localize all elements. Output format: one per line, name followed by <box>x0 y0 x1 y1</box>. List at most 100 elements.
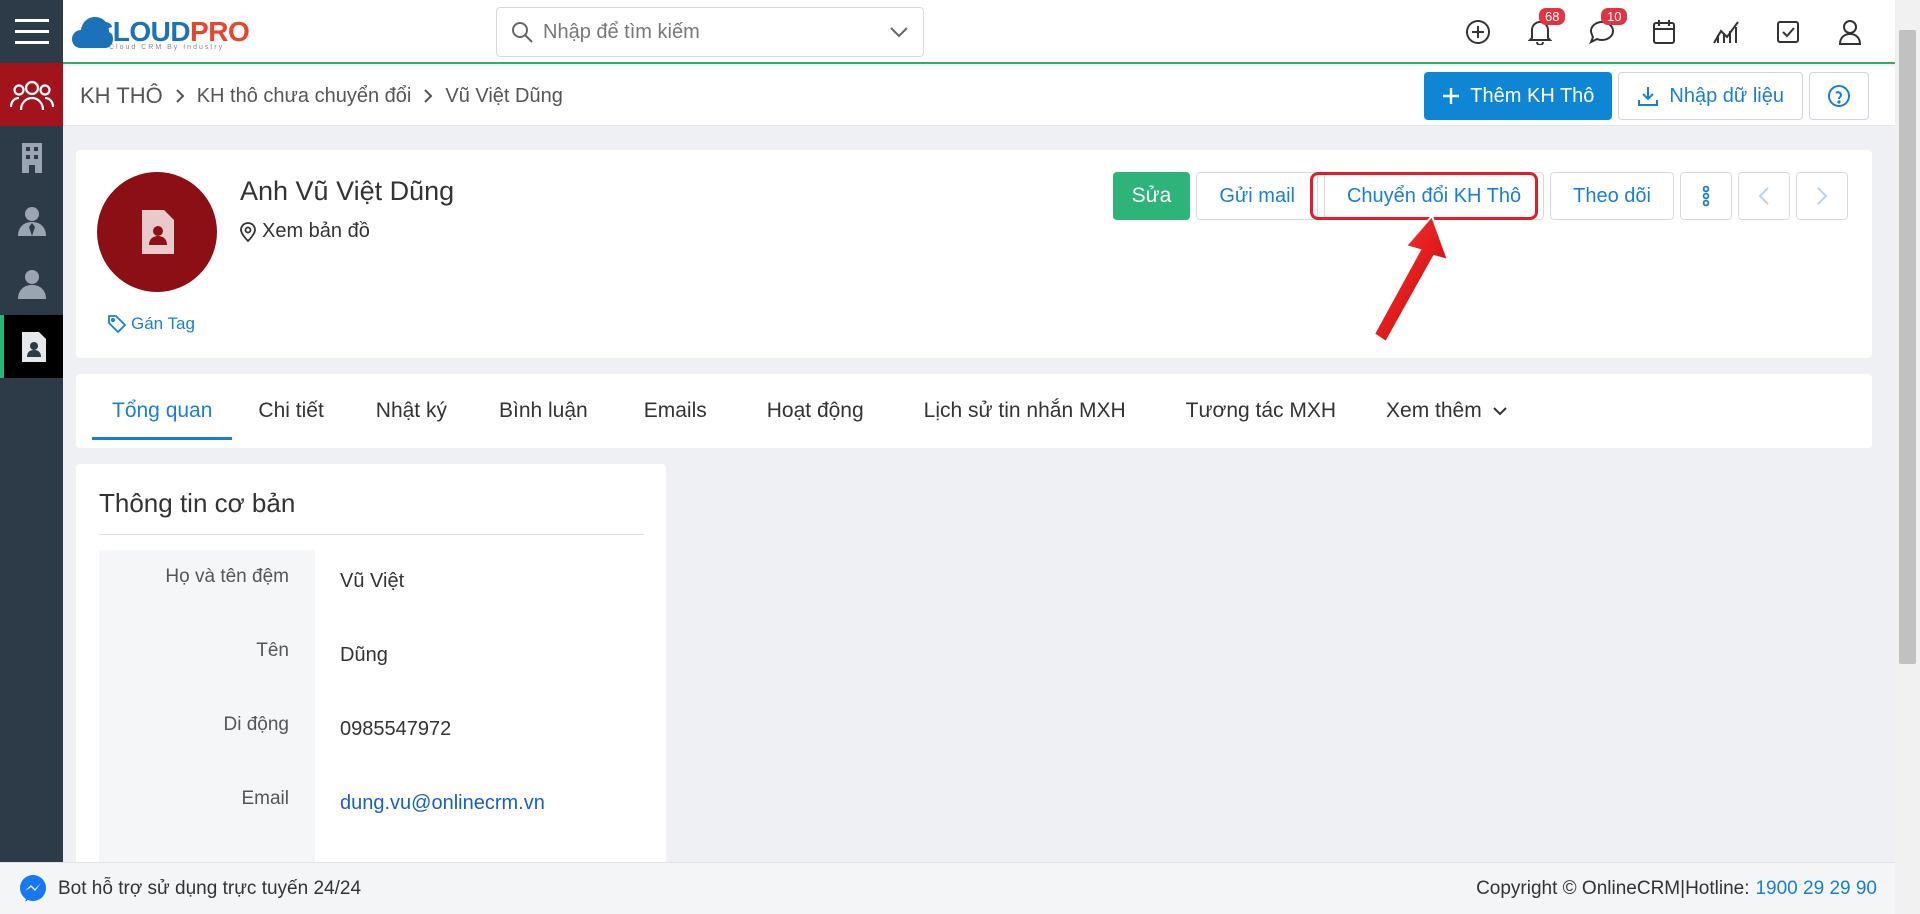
info-row: Email dung.vu@onlinecrm.vn <box>99 772 644 846</box>
field-label-email: Email <box>99 772 315 846</box>
search-box[interactable] <box>496 7 924 57</box>
profile-actions: Sửa Gửi mail Chuyển đổi KH Thô Theo dõi <box>1112 172 1848 220</box>
help-button[interactable] <box>1809 72 1869 120</box>
convert-raw-lead-button[interactable]: Chuyển đổi KH Thô <box>1323 172 1545 220</box>
chevron-right-icon <box>423 88 433 104</box>
top-icon-bar: 68 10 <box>1447 0 1881 64</box>
rail-item-leads[interactable] <box>0 63 63 126</box>
tab-more[interactable]: Xem thêm <box>1366 374 1528 448</box>
tab-details[interactable]: Chi tiết <box>232 374 349 448</box>
rail-item-raw-leads[interactable] <box>0 315 63 378</box>
scroll-thumb[interactable] <box>1899 30 1916 664</box>
building-icon <box>21 142 42 173</box>
import-data-label: Nhập dữ liệu <box>1669 84 1784 107</box>
breadcrumb-level1[interactable]: KH thô chưa chuyển đổi <box>197 85 412 108</box>
calendar-button[interactable] <box>1633 0 1695 64</box>
email-link[interactable]: dung.vu@onlinecrm.vn <box>315 772 545 846</box>
tag-icon <box>108 315 126 333</box>
avatar <box>97 172 217 292</box>
calendar-icon <box>1653 20 1675 44</box>
info-row: Họ và tên đệm Vũ Việt <box>99 550 644 624</box>
plus-icon <box>1443 88 1460 104</box>
contact-card-icon <box>21 331 46 362</box>
assign-tag-label: Gán Tag <box>131 314 195 333</box>
hamburger-menu-button[interactable] <box>0 0 63 63</box>
search-input[interactable] <box>543 20 889 44</box>
vertical-dots-icon <box>1702 185 1710 207</box>
tab-emails[interactable]: Emails <box>614 374 737 448</box>
tab-social-message-history[interactable]: Lịch sử tin nhắn MXH <box>894 374 1156 448</box>
support-bot-text: Bot hỗ trợ sử dụng trực tuyến 24/24 <box>58 877 362 899</box>
field-value-middle-name: Vũ Việt <box>340 570 405 592</box>
reports-button[interactable] <box>1695 0 1757 64</box>
record-tabs: Tổng quan Chi tiết Nhật ký Bình luận Ema… <box>76 374 1872 448</box>
send-mail-button[interactable]: Gửi mail <box>1196 172 1318 220</box>
info-row: Tên Dũng <box>99 624 644 698</box>
tab-log[interactable]: Nhật ký <box>350 374 473 448</box>
messages-button[interactable]: 10 <box>1571 0 1633 64</box>
person-icon <box>17 269 46 299</box>
profile-name: Anh Vũ Việt Dũng <box>240 176 455 206</box>
basic-info-card: Thông tin cơ bản Họ và tên đệm Vũ Việt T… <box>76 464 666 876</box>
rail-item-contacts[interactable] <box>0 189 63 252</box>
cloudpro-logo[interactable]: CLOUDPRO Cloud CRM By Industry <box>71 6 250 58</box>
support-bot-link[interactable]: Bot hỗ trợ sử dụng trực tuyến 24/24 <box>0 874 361 904</box>
view-map-label: Xem bản đồ <box>262 220 370 242</box>
more-options-button[interactable] <box>1680 172 1732 220</box>
rail-item-companies[interactable] <box>0 126 63 189</box>
contact-card-icon <box>142 210 174 254</box>
chevron-left-icon <box>1758 187 1769 205</box>
basic-info-title: Thông tin cơ bản <box>99 488 296 518</box>
logo-accent-text: PRO <box>190 16 250 47</box>
checkbox-icon <box>1777 21 1799 43</box>
import-data-button[interactable]: Nhập dữ liệu <box>1618 72 1803 120</box>
breadcrumb: KH THÔ KH thô chưa chuyển đổi Vũ Việt Dũ… <box>80 66 563 126</box>
chevron-down-icon[interactable] <box>889 26 909 38</box>
field-label-middle-name: Họ và tên đệm <box>99 550 315 624</box>
field-value-first-name: Dũng <box>340 644 388 666</box>
search-icon <box>512 22 533 43</box>
tab-activities[interactable]: Hoạt động <box>737 374 894 448</box>
user-icon <box>1838 20 1862 45</box>
hamburger-icon <box>14 18 49 44</box>
divider <box>99 534 644 535</box>
follow-button[interactable]: Theo dõi <box>1550 172 1674 220</box>
hotline-link[interactable]: 1900 29 29 90 <box>1755 878 1877 900</box>
info-row: Di động 0985547972 <box>99 698 644 772</box>
previous-record-button[interactable] <box>1738 172 1790 220</box>
users-icon <box>9 80 54 110</box>
field-label-first-name: Tên <box>99 624 315 698</box>
notifications-button[interactable]: 68 <box>1509 0 1571 64</box>
edit-button[interactable]: Sửa <box>1112 172 1191 220</box>
add-button[interactable] <box>1447 0 1509 64</box>
plus-circle-icon <box>1466 20 1490 44</box>
breadcrumb-root[interactable]: KH THÔ <box>80 83 163 109</box>
footer: Bot hỗ trợ sử dụng trực tuyến 24/24 Copy… <box>0 862 1895 914</box>
profile-card: Anh Vũ Việt Dũng Xem bản đồ Gán Tag Sửa … <box>76 150 1872 358</box>
tab-social-interactions[interactable]: Tương tác MXH <box>1156 374 1366 448</box>
field-label-mobile: Di động <box>99 698 315 772</box>
next-record-button[interactable] <box>1796 172 1848 220</box>
chevron-down-icon <box>1493 407 1507 416</box>
tab-comments[interactable]: Bình luận <box>473 374 614 448</box>
messages-badge: 10 <box>1601 8 1628 25</box>
chart-icon <box>1713 21 1739 44</box>
rail-item-persons[interactable] <box>0 252 63 315</box>
logo-main-text: CLOUD <box>93 16 191 47</box>
tab-overview[interactable]: Tổng quan <box>92 374 233 448</box>
chevron-right-icon <box>1817 187 1828 205</box>
help-icon <box>1828 85 1850 107</box>
header-actions: Thêm KH Thô Nhập dữ liệu <box>1424 72 1869 120</box>
download-icon <box>1638 87 1659 106</box>
breadcrumb-current: Vũ Việt Dũng <box>445 84 563 107</box>
add-raw-lead-label: Thêm KH Thô <box>1470 84 1595 107</box>
basic-info-table: Họ và tên đệm Vũ Việt Tên Dũng Di động 0… <box>99 550 644 876</box>
page-scrollbar[interactable] <box>1895 0 1920 914</box>
add-raw-lead-button[interactable]: Thêm KH Thô <box>1424 72 1613 120</box>
assign-tag-link[interactable]: Gán Tag <box>108 314 195 334</box>
user-profile-button[interactable] <box>1819 0 1881 64</box>
view-map-link[interactable]: Xem bản đồ <box>240 220 370 243</box>
copyright-text: Copyright © OnlineCRM|Hotline: <box>1476 878 1750 899</box>
tasks-button[interactable] <box>1757 0 1819 64</box>
breadcrumb-bar: KH THÔ KH thô chưa chuyển đổi Vũ Việt Dũ… <box>63 66 1895 126</box>
